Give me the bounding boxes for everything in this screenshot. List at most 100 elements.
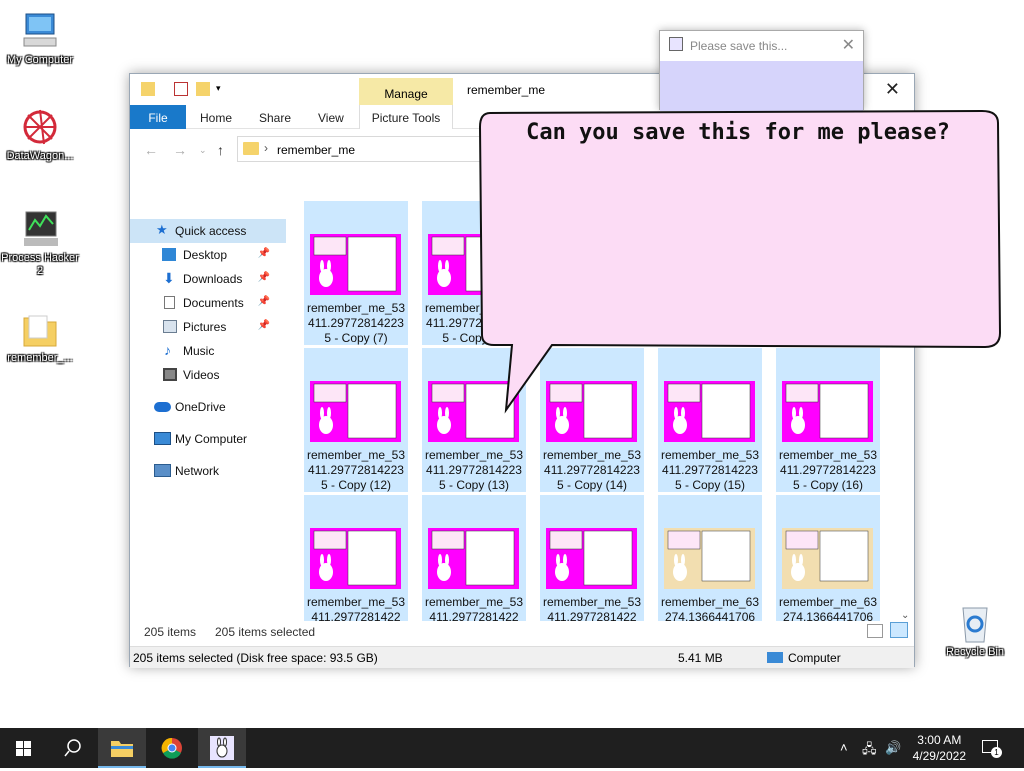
taskbar-bunny-app[interactable] bbox=[198, 728, 246, 768]
pin-icon[interactable]: 📌 bbox=[258, 248, 270, 259]
up-arrow-icon[interactable]: ↑ bbox=[217, 142, 224, 158]
file-tile[interactable]: remember_me_53411.297728142235 - Copy (7… bbox=[304, 201, 408, 345]
start-button[interactable] bbox=[0, 728, 48, 768]
new-folder-icon[interactable] bbox=[196, 82, 210, 96]
nav-label: Videos bbox=[183, 368, 220, 382]
properties-icon[interactable] bbox=[174, 82, 188, 96]
file-name: remember_me_53411.2977281422 bbox=[542, 595, 642, 621]
nav-label: Music bbox=[183, 344, 215, 358]
status-location: Computer bbox=[788, 651, 841, 665]
notification-button[interactable]: 1 bbox=[980, 738, 1002, 758]
nav-desktop[interactable]: Desktop 📌 bbox=[130, 243, 286, 267]
nav-quick-access[interactable]: ★ Quick access bbox=[130, 219, 286, 243]
computer-icon bbox=[154, 432, 171, 445]
navigation-pane: ★ Quick access Desktop 📌 ⬇ Downloads 📌 D… bbox=[130, 219, 300, 483]
file-tile[interactable]: remember_me_63274.1366441706 bbox=[658, 495, 762, 621]
item-count: 205 items bbox=[144, 625, 197, 639]
tab-home[interactable]: Home bbox=[200, 105, 232, 129]
clock[interactable]: 3:00 AM 4/29/2022 bbox=[913, 732, 966, 764]
file-tile[interactable]: remember_me_53411.2977281422 bbox=[540, 495, 644, 621]
tab-share[interactable]: Share bbox=[259, 105, 291, 129]
window-title: remember_me bbox=[467, 83, 546, 97]
nav-label: Desktop bbox=[183, 248, 228, 262]
taskbar-file-explorer[interactable] bbox=[98, 728, 146, 768]
close-icon[interactable]: ✕ bbox=[842, 35, 855, 55]
nav-pictures[interactable]: Pictures 📌 bbox=[130, 315, 286, 339]
image-thumbnail bbox=[428, 528, 519, 589]
file-name: remember_me_53411.297728142235 - Copy (1… bbox=[542, 448, 642, 492]
file-name: remember_me_53411.2977281422 bbox=[424, 595, 524, 621]
nav-label: Downloads bbox=[183, 272, 243, 286]
nav-music[interactable]: ♪ Music bbox=[130, 339, 286, 363]
nav-my-computer[interactable]: My Computer bbox=[130, 427, 286, 451]
image-thumbnail bbox=[310, 528, 401, 589]
folder-icon bbox=[141, 82, 155, 96]
large-icons-view-icon[interactable] bbox=[890, 622, 908, 638]
download-icon: ⬇ bbox=[163, 270, 175, 286]
nav-network[interactable]: Network bbox=[130, 459, 286, 483]
breadcrumb[interactable]: remember_me bbox=[277, 143, 355, 157]
tab-file[interactable]: File bbox=[130, 105, 186, 129]
file-name: remember_me_53411.297728142235 - Copy (7… bbox=[306, 301, 406, 345]
network-icon[interactable]: 🖧 bbox=[862, 740, 877, 762]
tab-picture-tools[interactable]: Picture Tools bbox=[359, 105, 453, 129]
desktop-icon-my-computer[interactable]: My Computer bbox=[0, 10, 80, 67]
tab-manage[interactable]: Manage bbox=[359, 78, 453, 105]
file-tile[interactable]: remember_me_53411.2977281422 bbox=[304, 495, 408, 621]
view-buttons bbox=[866, 622, 908, 641]
desktop-icon-datawagon[interactable]: DataWagon... bbox=[0, 106, 80, 163]
image-thumbnail bbox=[546, 528, 637, 589]
taskbar: ˄ 🖧 🔊 3:00 AM 4/29/2022 1 bbox=[0, 728, 1024, 768]
image-thumbnail bbox=[310, 234, 401, 295]
desktop-icon-label: My Computer bbox=[6, 54, 74, 66]
details-view-icon[interactable] bbox=[866, 624, 883, 638]
taskbar-chrome[interactable] bbox=[148, 728, 196, 768]
pin-icon[interactable]: 📌 bbox=[258, 320, 270, 331]
tab-view[interactable]: View bbox=[318, 105, 344, 129]
process-hacker-icon bbox=[20, 208, 60, 250]
pin-icon[interactable]: 📌 bbox=[258, 272, 270, 283]
scroll-down-icon[interactable]: ⌄ bbox=[901, 610, 909, 621]
star-icon: ★ bbox=[156, 222, 168, 237]
computer-icon bbox=[767, 652, 783, 663]
nav-videos[interactable]: Videos bbox=[130, 363, 286, 387]
clock-date: 4/29/2022 bbox=[912, 749, 966, 763]
nav-label: Pictures bbox=[183, 320, 227, 334]
file-name: remember_me_53411.297728142235 - Copy (1… bbox=[306, 448, 406, 492]
pin-icon[interactable]: 📌 bbox=[258, 296, 270, 307]
cloud-icon bbox=[154, 402, 171, 412]
nav-label: Documents bbox=[183, 296, 244, 310]
desktop-icon-process-hacker[interactable]: Process Hacker 2 bbox=[0, 208, 80, 278]
image-thumbnail bbox=[664, 528, 755, 589]
file-tile[interactable]: remember_me_53411.2977281422 bbox=[422, 495, 526, 621]
desktop-icon-remember-folder[interactable]: remember_... bbox=[0, 308, 80, 365]
chevron-up-icon[interactable]: ˄ bbox=[840, 740, 848, 755]
nav-onedrive[interactable]: OneDrive bbox=[130, 395, 286, 419]
close-icon[interactable]: ✕ bbox=[885, 79, 900, 100]
file-tile[interactable]: remember_me_53411.297728142235 - Copy (1… bbox=[304, 348, 408, 492]
volume-icon[interactable]: 🔊 bbox=[885, 740, 901, 756]
computer-icon bbox=[20, 10, 60, 52]
forward-arrow-icon[interactable]: → bbox=[173, 142, 187, 158]
desktop-icon-label: remember_... bbox=[7, 352, 73, 364]
recent-dropdown-icon[interactable]: ⌄ bbox=[199, 145, 207, 156]
back-arrow-icon[interactable]: ← bbox=[144, 142, 158, 158]
file-name: remember_me_63274.1366441706 bbox=[778, 595, 878, 621]
desktop-icon-recycle-bin[interactable]: Recycle Bin bbox=[935, 602, 1015, 659]
nav-documents[interactable]: Documents 📌 bbox=[130, 291, 286, 315]
file-tile[interactable]: remember_me_63274.1366441706 bbox=[776, 495, 880, 621]
status-bar: 205 items selected (Disk free space: 93.… bbox=[130, 646, 914, 668]
nav-downloads[interactable]: ⬇ Downloads 📌 bbox=[130, 267, 286, 291]
status-selection-text: 205 items selected (Disk free space: 93.… bbox=[133, 651, 378, 665]
selected-count: 205 items selected bbox=[215, 625, 316, 639]
nav-label: Network bbox=[175, 464, 220, 478]
document-icon bbox=[164, 296, 175, 309]
bunny-app-icon bbox=[210, 736, 234, 760]
windows-logo-icon bbox=[16, 741, 31, 756]
nav-label: OneDrive bbox=[175, 400, 226, 414]
breadcrumb-chevron-icon[interactable]: › bbox=[264, 141, 268, 155]
customize-quick-access-icon[interactable]: ▾ bbox=[216, 83, 221, 94]
search-button[interactable] bbox=[48, 728, 96, 768]
notification-count: 1 bbox=[991, 747, 1002, 758]
popup-window[interactable]: Please save this... ✕ bbox=[659, 30, 864, 111]
